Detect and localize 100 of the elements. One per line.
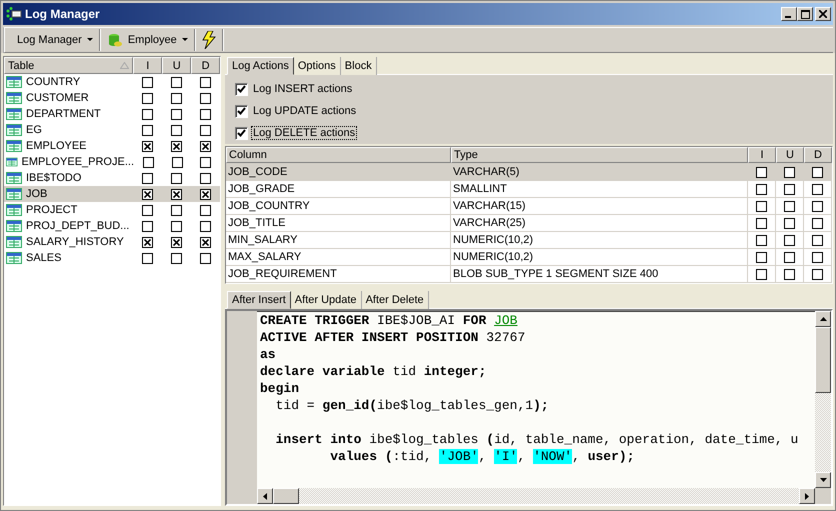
checkbox[interactable] xyxy=(171,220,182,232)
checkbox[interactable] xyxy=(784,268,795,280)
tab[interactable]: Block xyxy=(340,57,377,75)
table-row[interactable]: PROJ_DEPT_BUD... xyxy=(4,218,220,234)
column-header[interactable]: U xyxy=(162,57,192,74)
checkbox[interactable] xyxy=(784,166,795,178)
tab[interactable]: Log Actions xyxy=(227,57,294,75)
checkbox[interactable] xyxy=(171,108,182,120)
table-row[interactable]: DEPARTMENT xyxy=(4,106,220,122)
checkbox-option[interactable]: Log INSERT actions xyxy=(235,82,823,96)
checkbox[interactable] xyxy=(784,218,795,228)
checkbox[interactable] xyxy=(784,184,795,194)
checkbox[interactable] xyxy=(171,76,182,88)
checkbox[interactable] xyxy=(142,188,154,200)
checkbox[interactable] xyxy=(142,236,154,248)
grid-row[interactable]: JOB_REQUIREMENT BLOB SUB_TYPE 1 SEGMENT SIZE 400 xyxy=(226,266,832,283)
checkbox[interactable] xyxy=(756,252,767,262)
checkbox[interactable] xyxy=(756,200,767,212)
checkbox[interactable] xyxy=(172,156,182,168)
scrollbar-thumb[interactable] xyxy=(815,327,831,393)
grid-row[interactable]: JOB_GRADE SMALLINT xyxy=(226,181,832,198)
grid-row[interactable]: MIN_SALARY NUMERIC(10,2) xyxy=(226,232,832,249)
checkbox[interactable] xyxy=(200,252,212,264)
checkbox[interactable] xyxy=(200,236,212,248)
checkbox[interactable] xyxy=(812,268,823,280)
grid-row[interactable]: JOB_CODE VARCHAR(5) xyxy=(226,164,832,181)
table-row[interactable]: EMPLOYEE_PROJE... xyxy=(4,154,220,170)
checkbox[interactable] xyxy=(812,218,823,228)
checkbox[interactable] xyxy=(812,166,823,178)
vertical-scrollbar[interactable] xyxy=(815,311,831,504)
table-row[interactable]: IBE$TODO xyxy=(4,170,220,186)
checkbox[interactable] xyxy=(756,218,767,228)
checkbox[interactable] xyxy=(142,108,154,120)
checkbox[interactable] xyxy=(142,140,154,152)
checkbox[interactable] xyxy=(171,92,182,104)
checkbox[interactable] xyxy=(200,188,212,200)
checkbox-option[interactable]: Log UPDATE actions xyxy=(235,104,823,118)
checkbox[interactable] xyxy=(200,140,212,152)
size-grip[interactable] xyxy=(815,488,831,504)
checkbox[interactable] xyxy=(142,76,154,88)
column-header[interactable]: Column xyxy=(226,147,451,163)
checkbox[interactable] xyxy=(142,156,154,168)
checkbox[interactable] xyxy=(812,200,823,212)
column-header[interactable]: I xyxy=(748,147,776,163)
checkbox[interactable] xyxy=(812,184,823,194)
maximize-button[interactable] xyxy=(797,7,813,21)
checkbox[interactable] xyxy=(142,172,154,184)
checkbox[interactable] xyxy=(756,184,767,194)
checkbox[interactable] xyxy=(235,126,248,140)
checkbox[interactable] xyxy=(142,204,154,216)
checkbox[interactable] xyxy=(200,92,212,104)
column-header[interactable]: D xyxy=(804,147,832,163)
tab[interactable]: After Delete xyxy=(362,291,429,309)
column-header[interactable]: D xyxy=(191,57,220,74)
checkbox[interactable] xyxy=(200,204,212,216)
checkbox[interactable] xyxy=(171,140,182,152)
checkbox[interactable] xyxy=(812,234,823,246)
minimize-button[interactable] xyxy=(781,7,797,21)
checkbox[interactable] xyxy=(784,234,795,246)
checkbox[interactable] xyxy=(200,220,212,232)
checkbox[interactable] xyxy=(171,124,182,136)
table-row[interactable]: CUSTOMER xyxy=(4,90,220,106)
checkbox[interactable] xyxy=(171,172,182,184)
checkbox[interactable] xyxy=(235,104,248,118)
tab[interactable]: After Update xyxy=(290,291,362,309)
table-row[interactable]: EG xyxy=(4,122,220,138)
column-header[interactable]: Type xyxy=(451,147,748,163)
column-header[interactable]: I xyxy=(133,57,162,74)
checkbox[interactable] xyxy=(756,234,767,246)
toolbar-dropdown[interactable]: Log Manager xyxy=(11,29,99,51)
checkbox[interactable] xyxy=(142,252,154,264)
checkbox[interactable] xyxy=(756,268,767,280)
tab[interactable]: Options xyxy=(294,57,341,75)
grid-row[interactable]: JOB_TITLE VARCHAR(25) xyxy=(226,215,832,232)
checkbox[interactable] xyxy=(784,200,795,212)
table-row[interactable]: SALES xyxy=(4,250,220,266)
table-row[interactable]: PROJECT xyxy=(4,202,220,218)
column-header[interactable]: U xyxy=(776,147,804,163)
checkbox[interactable] xyxy=(200,76,212,88)
grid-row[interactable]: JOB_COUNTRY VARCHAR(15) xyxy=(226,198,832,215)
checkbox[interactable] xyxy=(200,156,212,168)
checkbox[interactable] xyxy=(200,172,212,184)
checkbox[interactable] xyxy=(171,252,182,264)
table-row[interactable]: EMPLOYEE xyxy=(4,138,220,154)
checkbox[interactable] xyxy=(171,188,182,200)
checkbox[interactable] xyxy=(756,166,767,178)
checkbox[interactable] xyxy=(235,82,248,96)
checkbox-option[interactable]: Log DELETE actions xyxy=(235,126,823,140)
checkbox[interactable] xyxy=(784,252,795,262)
table-row[interactable]: COUNTRY xyxy=(4,74,220,90)
checkbox[interactable] xyxy=(812,252,823,262)
checkbox[interactable] xyxy=(200,124,212,136)
table-row[interactable]: SALARY_HISTORY xyxy=(4,234,220,250)
grid-row[interactable]: MAX_SALARY NUMERIC(10,2) xyxy=(226,249,832,266)
column-header[interactable]: Table xyxy=(4,57,134,74)
scrollbar-thumb[interactable] xyxy=(273,488,299,504)
checkbox[interactable] xyxy=(142,220,154,232)
tab[interactable]: After Insert xyxy=(227,291,291,309)
checkbox[interactable] xyxy=(200,108,212,120)
toolbar-dropdown[interactable]: Employee xyxy=(100,29,194,51)
